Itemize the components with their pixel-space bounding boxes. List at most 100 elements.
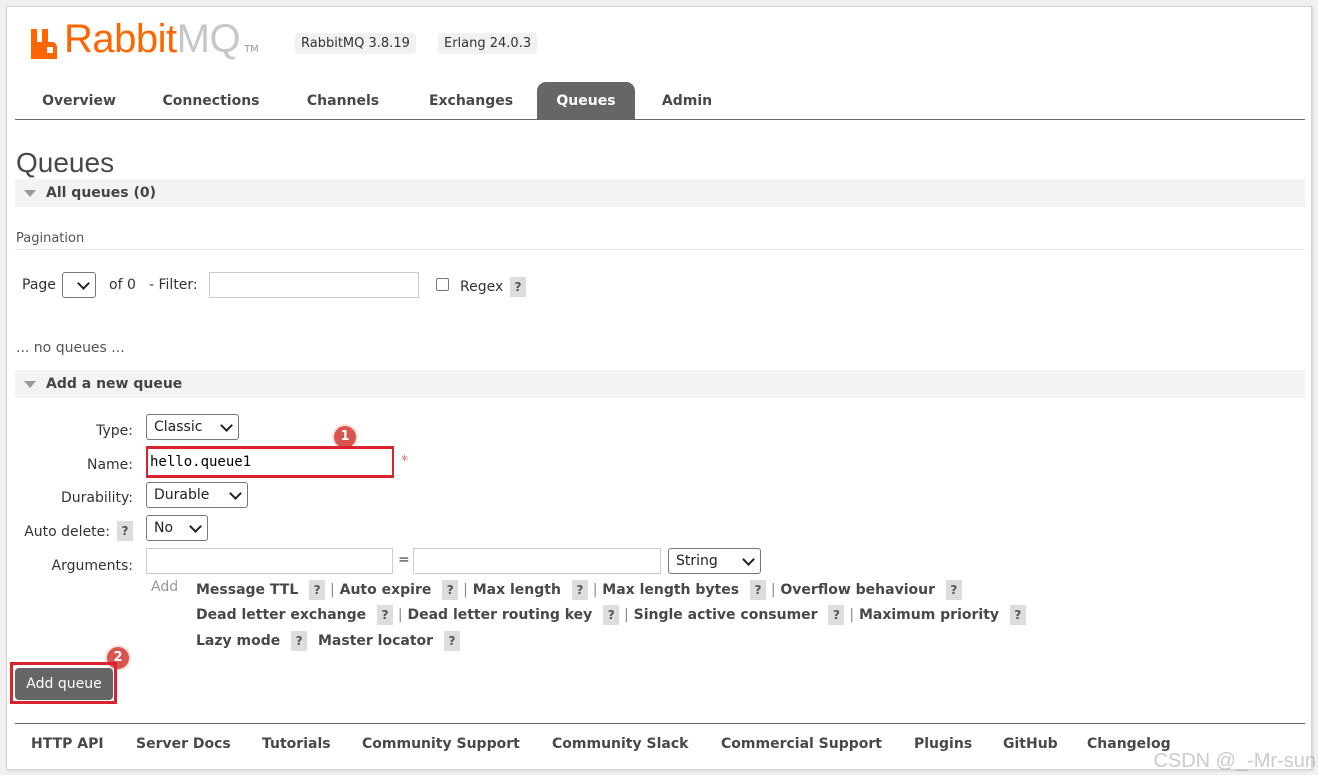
annotation-badge-1: 1	[334, 426, 356, 448]
dead-letter-routing-key-help-icon[interactable]: ?	[603, 605, 620, 625]
filter-label: - Filter:	[149, 277, 198, 293]
tab-connections[interactable]: Connections	[147, 82, 275, 119]
max-length-help-icon[interactable]: ?	[571, 580, 588, 600]
separator: |	[397, 607, 403, 623]
page-title: Queues	[16, 147, 115, 178]
master-locator-help-icon[interactable]: ?	[443, 631, 460, 651]
single-active-consumer-help-icon[interactable]: ?	[828, 605, 845, 625]
chevron-down-icon	[77, 277, 90, 290]
queue-name-input[interactable]	[148, 449, 392, 475]
erlang-version-badge: Erlang 24.0.3	[438, 33, 538, 54]
arg-dead-letter-routing-key-link[interactable]: Dead letter routing key	[407, 607, 592, 623]
chevron-down-icon	[189, 520, 202, 533]
logo-brand: Rabbit	[64, 17, 177, 61]
add-queue-section-header[interactable]: Add a new queue	[15, 370, 1305, 398]
arg-max-length-link[interactable]: Max length	[473, 582, 561, 598]
argument-shortcuts-row-2: Dead letter exchange ? | Dead letter rou…	[196, 605, 1026, 625]
argument-shortcuts-row-3: Lazy mode ? Master locator ?	[196, 631, 460, 651]
separator: |	[463, 582, 468, 598]
separator: |	[849, 607, 855, 623]
page-select[interactable]	[62, 272, 96, 298]
regex-help-icon[interactable]: ?	[510, 277, 526, 297]
filter-input[interactable]	[209, 272, 419, 298]
rabbitmq-version-badge: RabbitMQ 3.8.19	[295, 33, 416, 54]
page-label: Page	[22, 277, 56, 293]
all-queues-section-header[interactable]: All queues (0)	[15, 179, 1305, 207]
footer-link-commercial-support[interactable]: Commercial Support	[721, 736, 882, 752]
separator: |	[624, 607, 629, 623]
page-count: of 0	[109, 277, 136, 293]
message-ttl-help-icon[interactable]: ?	[309, 580, 326, 600]
all-queues-title: All queues (0)	[46, 185, 156, 201]
required-marker: *	[401, 453, 408, 469]
collapse-triangle-icon	[24, 190, 36, 197]
regex-checkbox[interactable]	[436, 278, 449, 291]
overflow-behaviour-help-icon[interactable]: ?	[945, 580, 962, 600]
durability-select[interactable]: Durable	[146, 482, 248, 508]
tab-admin[interactable]: Admin	[647, 82, 727, 119]
csdn-watermark: CSDN @_-Mr-sun	[1153, 750, 1316, 772]
main-nav-tabs: Overview Connections Channels Exchanges …	[15, 82, 1305, 120]
arguments-label: Arguments:	[51, 558, 133, 574]
auto-delete-select-value: No	[154, 520, 174, 536]
footer-link-server-docs[interactable]: Server Docs	[136, 736, 231, 752]
rabbit-logo-icon	[29, 27, 61, 61]
arg-dead-letter-exchange-link[interactable]: Dead letter exchange	[196, 607, 366, 623]
argument-shortcuts-row-1: Message TTL ? | Auto expire ? | Max leng…	[196, 580, 962, 600]
durability-label: Durability:	[60, 490, 133, 506]
logo-suffix: MQ	[176, 17, 241, 61]
tab-channels[interactable]: Channels	[287, 82, 399, 119]
maximum-priority-help-icon[interactable]: ?	[1009, 605, 1026, 625]
logo-wordmark: RabbitMQ	[64, 17, 241, 61]
footer-link-http-api[interactable]: HTTP API	[31, 736, 104, 752]
regex-label: Regex	[460, 279, 504, 295]
arg-single-active-consumer-link[interactable]: Single active consumer	[634, 607, 818, 623]
arg-lazy-mode-link[interactable]: Lazy mode	[196, 633, 280, 649]
footer-link-github[interactable]: GitHub	[1003, 736, 1058, 752]
arg-overflow-behaviour-link[interactable]: Overflow behaviour	[780, 582, 935, 598]
tab-overview[interactable]: Overview	[23, 82, 135, 119]
lazy-mode-help-icon[interactable]: ?	[291, 631, 308, 651]
dead-letter-exchange-help-icon[interactable]: ?	[377, 605, 394, 625]
argument-equals: =	[398, 552, 410, 568]
chevron-down-icon	[220, 419, 233, 432]
tab-queues[interactable]: Queues	[537, 82, 635, 119]
arg-master-locator-link[interactable]: Master locator	[318, 633, 433, 649]
auto-delete-select[interactable]: No	[146, 515, 208, 541]
auto-delete-help-icon[interactable]: ?	[117, 521, 133, 541]
add-queue-button[interactable]: Add queue	[15, 668, 113, 700]
footer-link-plugins[interactable]: Plugins	[914, 736, 972, 752]
arg-message-ttl-link[interactable]: Message TTL	[196, 582, 298, 598]
arg-maximum-priority-link[interactable]: Maximum priority	[859, 607, 999, 623]
chevron-down-icon	[742, 553, 755, 566]
collapse-triangle-icon	[24, 381, 36, 388]
type-select-value: Classic	[154, 419, 203, 435]
add-argument-label: Add	[151, 579, 179, 595]
argument-type-value: String	[676, 553, 718, 569]
auto-expire-help-icon[interactable]: ?	[442, 580, 459, 600]
argument-type-select[interactable]: String	[668, 548, 761, 574]
type-select[interactable]: Classic	[146, 414, 239, 440]
argument-key-input[interactable]	[146, 548, 393, 574]
argument-value-input[interactable]	[413, 548, 661, 574]
logo-trademark: TM	[244, 44, 259, 55]
durability-select-value: Durable	[154, 487, 210, 503]
max-length-bytes-help-icon[interactable]: ?	[749, 580, 766, 600]
no-queues-text: ... no queues ...	[16, 340, 125, 356]
footer-link-community-support[interactable]: Community Support	[362, 736, 520, 752]
separator: |	[770, 582, 776, 598]
rabbitmq-management-window: RabbitMQ TM RabbitMQ 3.8.19 Erlang 24.0.…	[6, 6, 1312, 770]
divider	[15, 249, 1305, 250]
arg-auto-expire-link[interactable]: Auto expire	[340, 582, 432, 598]
auto-delete-label: Auto delete:	[24, 524, 110, 540]
pagination-label: Pagination	[16, 231, 85, 246]
type-label: Type:	[96, 423, 133, 439]
footer-link-community-slack[interactable]: Community Slack	[552, 736, 688, 752]
rabbitmq-logo[interactable]: RabbitMQ TM	[29, 15, 259, 61]
footer-link-tutorials[interactable]: Tutorials	[262, 736, 331, 752]
add-queue-title: Add a new queue	[46, 376, 183, 392]
footer-divider	[15, 723, 1305, 724]
arg-max-length-bytes-link[interactable]: Max length bytes	[602, 582, 739, 598]
tab-exchanges[interactable]: Exchanges	[411, 82, 531, 119]
name-label: Name:	[86, 457, 133, 473]
